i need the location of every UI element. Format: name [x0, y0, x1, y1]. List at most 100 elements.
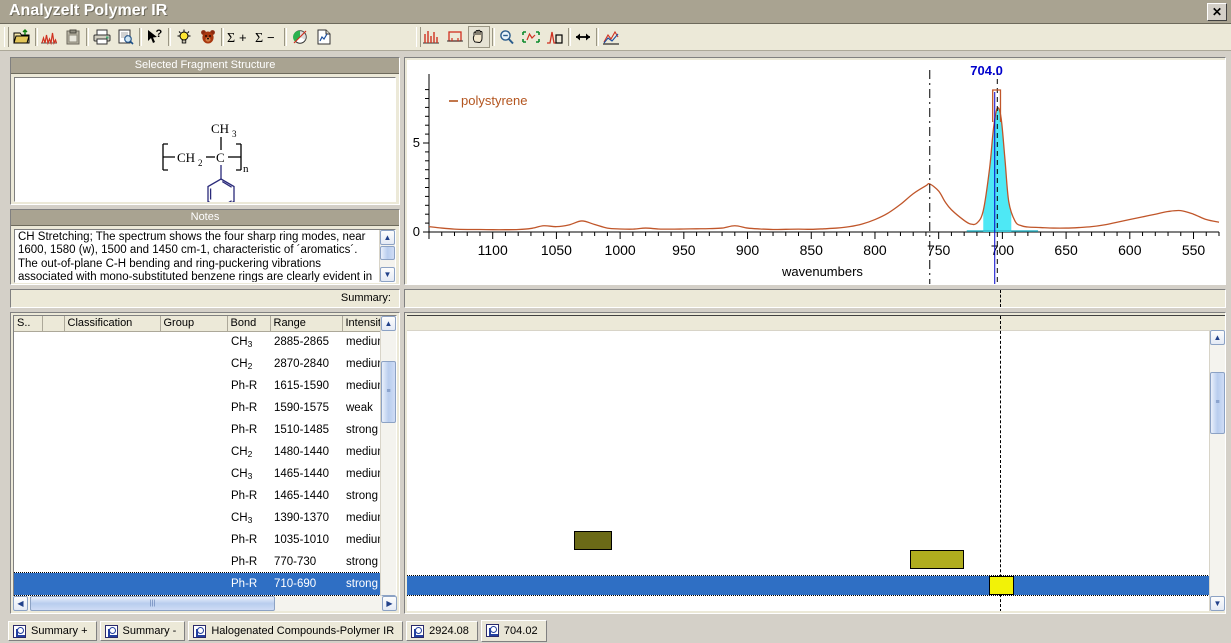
cell-classification — [64, 353, 160, 375]
tab-704-02[interactable]: 704.02 — [480, 620, 547, 642]
table-scroll-thumb[interactable]: ≡ — [381, 361, 396, 423]
cell-classification — [64, 507, 160, 529]
cell-blank — [42, 507, 64, 529]
table-col-header-range[interactable]: Range — [270, 316, 343, 332]
cell-bond: CH3 — [231, 336, 253, 350]
print-preview-icon[interactable] — [115, 26, 137, 48]
table-row[interactable]: CH22870-2840medium-weak — [14, 353, 396, 375]
sum-plus-icon[interactable]: Σ + — [226, 26, 252, 48]
cell-group — [160, 551, 227, 573]
document-icon — [193, 625, 207, 638]
table-row[interactable]: CH3 2885-2865 medium — [14, 331, 396, 353]
tab-summary[interactable]: Summary - — [99, 621, 186, 641]
bandmap-scroll-down-arrow[interactable]: ▼ — [1210, 596, 1225, 611]
sum-minus-icon[interactable]: Σ − — [254, 26, 280, 48]
cell-bond: Ph-R — [231, 534, 258, 546]
tab-halogenated-compounds-polymer-ir[interactable]: Halogenated Compounds-Polymer IR — [188, 621, 404, 641]
baseline-icon[interactable] — [444, 26, 466, 48]
table-row[interactable]: Ph-R 710-690 strong — [14, 572, 396, 596]
report-icon[interactable] — [313, 26, 335, 48]
tab-summary[interactable]: Summary + — [8, 621, 97, 641]
band-map-canvas[interactable]: ▲ ≡ ▼ — [407, 315, 1225, 611]
table-row[interactable]: Ph-R 1465-1440 strong — [14, 485, 396, 507]
bandmap-scroll-thumb[interactable]: ≡ — [1210, 372, 1225, 434]
svg-text:CH: CH — [211, 121, 229, 136]
band-bar-1[interactable] — [574, 531, 612, 550]
svg-text:CH: CH — [177, 150, 195, 165]
table-row[interactable]: Ph-R 1590-1575 weak — [14, 397, 396, 419]
notes-text-area[interactable]: CH Stretching; The spectrum shows the fo… — [14, 229, 396, 283]
table-row[interactable]: Ph-R 1035-1010 medium — [14, 529, 396, 551]
table-col-header-group[interactable]: Group — [160, 316, 228, 332]
bandmap-scroll-up-arrow[interactable]: ▲ — [1210, 330, 1225, 345]
bear-icon[interactable] — [197, 26, 219, 48]
table-col-header-c1[interactable] — [42, 316, 65, 332]
band-bar-3[interactable] — [989, 576, 1014, 595]
table-col-header-classification[interactable]: Classification — [64, 316, 161, 332]
cell-s — [14, 573, 42, 595]
notes-scroll-up-arrow[interactable]: ▲ — [380, 230, 395, 245]
spectrum-trace — [428, 107, 1220, 231]
table-panel: S.. Classification Group Bond Range Intensity… — [10, 312, 400, 614]
notes-scroll-thumb[interactable] — [380, 246, 395, 260]
peaks-icon[interactable] — [420, 26, 442, 48]
cell-bond: Ph-R — [231, 490, 258, 502]
lightbulb-icon[interactable] — [173, 26, 195, 48]
zoom-out-icon[interactable] — [496, 26, 518, 48]
bandmap-vertical-scrollbar[interactable]: ▲ ≡ ▼ — [1209, 330, 1225, 611]
table-row[interactable]: Ph-R 1510-1485 strong — [14, 419, 396, 441]
notes-scroll-down-arrow[interactable]: ▼ — [380, 267, 395, 282]
help-pointer-icon[interactable]: ? — [144, 26, 166, 48]
cell-classification — [64, 375, 160, 397]
cell-range: 1390-1370 — [274, 512, 329, 524]
band-bar-2[interactable] — [910, 550, 964, 569]
toolbar-grip-1[interactable] — [4, 27, 9, 47]
svg-text:2: 2 — [198, 158, 203, 168]
cell-s — [14, 353, 42, 375]
tab-2924-08[interactable]: 2924.08 — [406, 621, 478, 641]
bands-table-container[interactable]: S.. Classification Group Bond Range Intensity… — [13, 315, 397, 611]
stretch-icon[interactable] — [572, 26, 594, 48]
cell-s — [14, 331, 42, 353]
clipboard-icon[interactable] — [62, 26, 84, 48]
cursor-line-strip — [1000, 290, 1001, 307]
selected-band-row[interactable] — [407, 575, 1225, 596]
spectrum-plot-area[interactable]: 0 5 1100 1050 1000 950 900 850 800 750 700 650 600 55… — [407, 60, 1225, 284]
autoscale-icon[interactable] — [520, 26, 542, 48]
pie-icon[interactable] — [289, 26, 311, 48]
cell-blank — [42, 397, 64, 419]
table-col-header-s[interactable]: S.. — [14, 316, 43, 332]
tab-label: Halogenated Compounds-Polymer IR — [211, 625, 395, 637]
x-tick-label: 950 — [672, 242, 696, 258]
table-col-header-bond[interactable]: Bond — [227, 316, 271, 332]
x-tick-label: 900 — [736, 242, 760, 258]
y-tick-label: 5 — [413, 135, 420, 150]
cell-classification — [64, 441, 160, 463]
table-row[interactable]: CH21480-1440medium-weak — [14, 441, 396, 463]
table-hscroll-thumb[interactable]: ||| — [30, 596, 275, 611]
table-scroll-right-arrow[interactable]: ▶ — [382, 596, 397, 611]
cell-range: 1465-1440 — [274, 468, 329, 480]
table-scroll-left-arrow[interactable]: ◀ — [13, 596, 28, 611]
print-icon[interactable] — [91, 26, 113, 48]
table-horizontal-scrollbar[interactable]: ◀ ||| ▶ — [13, 596, 397, 611]
peak-pick-icon[interactable] — [544, 26, 566, 48]
overlay-icon[interactable] — [600, 26, 622, 48]
spectrum-icon[interactable] — [38, 26, 60, 48]
table-row[interactable]: CH31390-1370medium-weak — [14, 507, 396, 529]
open-icon[interactable] — [11, 26, 33, 48]
table-scroll-up-arrow[interactable]: ▲ — [381, 316, 396, 331]
cell-blank — [42, 573, 64, 595]
thumb-grip-icon: ||| — [149, 599, 156, 607]
hand-pan-icon[interactable] — [468, 26, 490, 48]
tab-bar: Summary + Summary - Halogenated Compounds-… — [0, 618, 1231, 643]
table-row[interactable]: CH31465-1440medium-weak — [14, 463, 396, 485]
x-tick-label: 800 — [863, 242, 887, 258]
cell-bond: Ph-R — [227, 573, 270, 595]
x-tick-label: 600 — [1118, 242, 1142, 258]
table-row[interactable]: Ph-R 770-730 strong — [14, 551, 396, 573]
close-icon[interactable]: ✕ — [1207, 3, 1227, 21]
table-row[interactable]: Ph-R1615-1590medium-weak — [14, 375, 396, 397]
table-vertical-scrollbar[interactable]: ▲ ≡ ▼ — [380, 316, 396, 610]
notes-vertical-scrollbar[interactable]: ▲ ▼ — [379, 230, 395, 282]
